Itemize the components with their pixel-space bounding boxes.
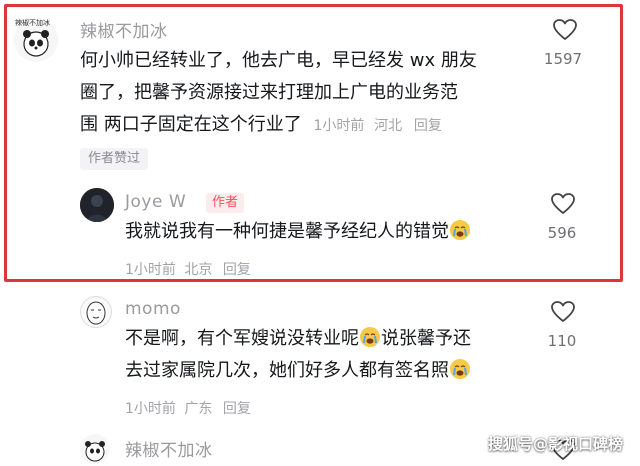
comment-author[interactable]: 辣椒不加冰	[125, 436, 213, 461]
comment-text: 不是啊，有个军嫂说没转业呢 说张馨予还 去过家属院几次，她们好多人都有签名照	[125, 323, 471, 387]
comment-text-line: 不是啊，有个军嫂说没转业呢 说张馨予还	[125, 323, 471, 355]
watermark: 搜狐号@影视口碑榜	[488, 435, 624, 453]
heart-outline-icon	[553, 19, 577, 40]
crying-face-emoji	[450, 220, 470, 240]
author-tag: 作者	[206, 193, 245, 213]
comment-text-part: 不是啊，有个军嫂说没转业呢	[125, 328, 359, 349]
avatar[interactable]	[80, 296, 112, 328]
panda-avatar-icon	[85, 441, 105, 462]
comment-text-line: 圈了，把馨予资源接过来打理加上广电的业务范	[80, 82, 458, 103]
comment-time: 1小时前	[313, 118, 365, 134]
avatar[interactable]	[80, 188, 114, 222]
crying-face-emoji	[360, 327, 380, 347]
reply-time: 1小时前	[125, 262, 176, 278]
like-count: 110	[547, 332, 577, 350]
reply-text: 我就说我有一种何捷是馨予经纪人的错觉	[125, 216, 471, 248]
comment-author[interactable]: 辣椒不加冰	[80, 17, 168, 42]
crying-face-emoji	[450, 359, 470, 379]
avatar-caption: 辣椒不加冰	[15, 19, 50, 27]
heart-outline-icon	[551, 301, 575, 322]
like-button[interactable]	[552, 18, 578, 46]
reply-button[interactable]: 回复	[223, 262, 251, 278]
like-count: 1597	[543, 50, 583, 68]
comment-text-part: 说张馨予还	[381, 328, 471, 349]
reply-location: 北京	[184, 262, 213, 278]
comment-text-line: 围 两口子固定在这个行业了 1小时前 河北 回复	[80, 109, 530, 142]
comment-text-line: 去过家属院几次，她们好多人都有签名照	[125, 355, 471, 387]
author-liked-badge: 作者赞过	[80, 148, 149, 170]
comment-location: 河北	[374, 118, 403, 134]
reply-author[interactable]: Joye W	[125, 192, 186, 212]
comment-location: 广东	[184, 401, 213, 417]
comment-time: 1小时前	[125, 401, 176, 417]
cartoon-face-avatar-icon	[86, 301, 106, 325]
dark-avatar-icon	[80, 188, 114, 222]
like-count: 596	[547, 224, 577, 242]
comment-text-line-end: 围 两口子固定在这个行业了	[80, 114, 302, 135]
comment-text-line: 何小帅已经转业了，他去广电，早已经发 wx 朋友	[80, 50, 477, 71]
reply-text-content: 我就说我有一种何捷是馨予经纪人的错觉	[125, 221, 449, 242]
comment-author[interactable]: momo	[125, 299, 181, 319]
avatar[interactable]	[80, 434, 110, 464]
comment-text-part: 去过家属院几次，她们好多人都有签名照	[125, 360, 449, 381]
reply-button[interactable]: 回复	[223, 401, 251, 417]
reply-meta: 1小时前 北京 回复	[125, 259, 251, 279]
heart-outline-icon	[551, 193, 575, 214]
like-button[interactable]	[550, 192, 576, 220]
comment-text: 何小帅已经转业了，他去广电，早已经发 wx 朋友 圈了，把馨予资源接过来打理加上…	[80, 45, 530, 142]
reply-button[interactable]: 回复	[414, 118, 442, 134]
like-button[interactable]	[550, 300, 576, 328]
comment-meta: 1小时前 广东 回复	[125, 398, 251, 418]
